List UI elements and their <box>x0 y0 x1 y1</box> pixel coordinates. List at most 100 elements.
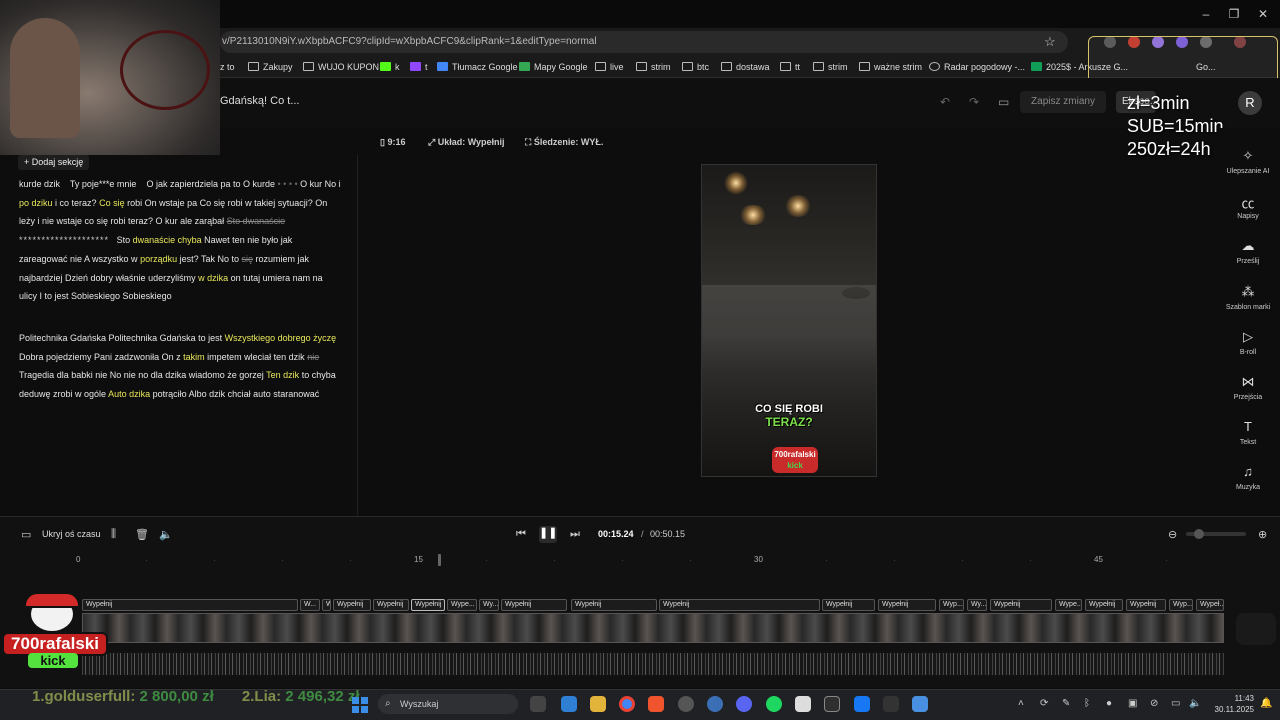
bookmark-item[interactable]: strim <box>636 59 671 75</box>
brave-icon[interactable] <box>648 696 664 712</box>
preview-icon[interactable]: ▭ <box>998 95 1009 109</box>
save-changes-button[interactable]: Zapisz zmiany <box>1020 91 1106 113</box>
bookmark-item[interactable]: btc <box>682 59 709 75</box>
zoom-in-icon[interactable]: ⊕ <box>1258 528 1267 541</box>
transcript-word[interactable]: O kur No i <box>300 179 341 189</box>
avatar[interactable]: R <box>1238 91 1262 115</box>
tray-icon[interactable]: ✎ <box>1062 698 1070 709</box>
clip-segment[interactable]: Wypełnij <box>571 599 657 611</box>
system-clock[interactable]: 11:43 30.11.2025 <box>1214 693 1254 715</box>
clip-segment[interactable]: Wypełnij <box>82 599 298 611</box>
url-input[interactable]: v/P2113010N9iY.wXbpbACFC9?clipId=wXbpbAC… <box>220 31 1068 53</box>
bookmark-item[interactable]: Tłumacz Google <box>437 59 518 75</box>
restore-button[interactable]: ❐ <box>1224 6 1244 22</box>
app-icon[interactable] <box>854 696 870 712</box>
layout-button[interactable]: ⤢ Układ: Wypełnij <box>428 137 505 148</box>
transcript-paragraph[interactable]: Politechnika Gdańska Politechnika Gdańsk… <box>19 329 343 404</box>
clip-segment[interactable]: Wy... <box>967 599 987 611</box>
clip-segment[interactable]: Wy... <box>479 599 499 611</box>
bookmark-item[interactable]: Radar pogodowy -... <box>929 59 1025 75</box>
bookmark-item[interactable]: ważne strim <box>859 59 922 75</box>
tracking-button[interactable]: ⛶ Śledzenie: WYŁ. <box>525 137 603 148</box>
store-icon[interactable] <box>561 696 577 712</box>
tray-icon[interactable]: ⊘ <box>1150 698 1158 709</box>
tray-icon[interactable]: ▣ <box>1128 698 1137 709</box>
transcript-deleted[interactable]: Sto dwanaście <box>227 216 286 226</box>
trash-icon[interactable]: 🗑 <box>135 528 149 541</box>
undo-icon[interactable]: ↶ <box>940 95 950 109</box>
clip-segment[interactable]: Wypełnij <box>1126 599 1166 611</box>
clip-segment[interactable]: Wypełnij <box>1085 599 1123 611</box>
aspect-ratio-button[interactable]: ▯ 9:16 <box>380 137 405 148</box>
clip-segment[interactable]: Wypełnij <box>659 599 820 611</box>
clip-segment[interactable]: Wypeł... <box>1196 599 1224 611</box>
tray-icon[interactable]: ⟳ <box>1040 698 1048 709</box>
tool-music[interactable]: ♫ Muzyka <box>1220 464 1276 491</box>
transcript-highlight[interactable]: takim <box>183 352 205 362</box>
close-button[interactable]: ✕ <box>1253 6 1273 22</box>
add-section-button[interactable]: + Dodaj sekcję <box>18 155 90 170</box>
bookmark-star-icon[interactable]: ☆ <box>1044 34 1056 50</box>
tray-icon[interactable]: ● <box>1106 698 1112 709</box>
audio-waveform-track[interactable] <box>82 653 1224 675</box>
transcript-paragraph[interactable]: kurde dzik Ty poje***e mnie O jak zapier… <box>19 175 343 306</box>
transcript-word[interactable]: kurde dzik <box>19 179 60 189</box>
transcript-highlight[interactable]: Wszystkiego dobrego życzę <box>225 333 337 343</box>
transcript-deleted[interactable]: się <box>242 254 254 264</box>
transcript-word[interactable]: impetem wleciał ten dzik <box>207 352 305 362</box>
transcript-word[interactable]: Politechnika Gdańska Politechnika Gdańsk… <box>19 333 222 343</box>
bookmark-item[interactable]: k <box>380 59 400 75</box>
bookmark-item[interactable]: z to <box>220 59 235 75</box>
clip-segment[interactable]: W... <box>322 599 331 611</box>
app-icon[interactable] <box>883 696 899 712</box>
clip-segment[interactable]: Wypełnij <box>990 599 1052 611</box>
tool-ai-enhance[interactable]: ✧ Ulepszanie AI <box>1220 148 1276 175</box>
project-title[interactable]: Gdańską! Co t... <box>220 95 299 107</box>
bookmark-item[interactable]: dostawa <box>721 59 770 75</box>
bookmark-item[interactable]: Mapy Google <box>519 59 588 75</box>
bookmark-item[interactable]: Zakupy <box>248 59 293 75</box>
playhead[interactable] <box>438 554 441 566</box>
transcript-highlight[interactable]: dwanaście chyba <box>133 235 202 245</box>
taskbar-search-input[interactable]: ⌕ Wyszukaj <box>378 694 518 714</box>
bookmark-item[interactable]: t <box>410 59 428 75</box>
app-icon[interactable] <box>824 696 840 712</box>
minimize-button[interactable]: – <box>1196 6 1216 22</box>
split-icon[interactable]: ⫼ <box>111 528 116 541</box>
transcript-highlight[interactable]: porządku <box>140 254 177 264</box>
transcript-deleted[interactable]: nie <box>307 352 319 362</box>
task-view-icon[interactable] <box>530 696 546 712</box>
video-preview[interactable] <box>701 164 877 477</box>
transcript-highlight[interactable]: Auto dzika <box>108 389 150 399</box>
transcript-word[interactable]: jest? Tak No to <box>180 254 239 264</box>
pause-marker[interactable]: • • • • <box>278 179 298 189</box>
transcript-highlight[interactable]: Co się <box>99 198 125 208</box>
transcript-highlight[interactable]: w dzika <box>198 273 228 283</box>
clip-segment[interactable]: Wype... <box>1055 599 1082 611</box>
clip-segment[interactable]: Wypełnij <box>822 599 875 611</box>
discord-icon[interactable] <box>736 696 752 712</box>
clip-segment[interactable]: Wypełnij <box>373 599 409 611</box>
zoom-out-icon[interactable]: ⊖ <box>1168 528 1177 541</box>
network-icon[interactable]: ▭ <box>1171 698 1180 709</box>
transcript-word[interactable]: O jak zapierdziela pa to O kurde <box>146 179 275 189</box>
chrome-icon[interactable] <box>619 696 635 712</box>
file-explorer-icon[interactable] <box>590 696 606 712</box>
tool-broll[interactable]: ▷ B-roll <box>1220 329 1276 356</box>
skip-back-icon[interactable]: ⏮ <box>516 528 526 541</box>
notification-icon[interactable]: 🔔 <box>1260 698 1272 709</box>
clip-segment-active[interactable]: Wypełnij <box>411 599 445 611</box>
skip-forward-icon[interactable]: ⏭ <box>570 528 580 541</box>
clip-segment[interactable]: Wyp... <box>939 599 964 611</box>
volume-icon[interactable]: 🔈 <box>159 528 173 541</box>
transcript-highlight[interactable]: po dziku <box>19 198 53 208</box>
transcript-word[interactable]: Ty poje***e mnie <box>70 179 137 189</box>
video-thumbnail-track[interactable] <box>82 613 1224 643</box>
censored-word[interactable]: ******************** <box>19 235 109 245</box>
hide-timeline-button[interactable]: Ukryj oś czasu <box>42 529 101 539</box>
chevron-up-icon[interactable]: ˄ <box>1018 698 1024 709</box>
clip-end-handle[interactable] <box>1236 613 1276 645</box>
clip-segment[interactable]: Wypełnij <box>878 599 936 611</box>
transcript-word[interactable]: Sto <box>117 235 131 245</box>
bookmark-item[interactable]: live <box>595 59 624 75</box>
